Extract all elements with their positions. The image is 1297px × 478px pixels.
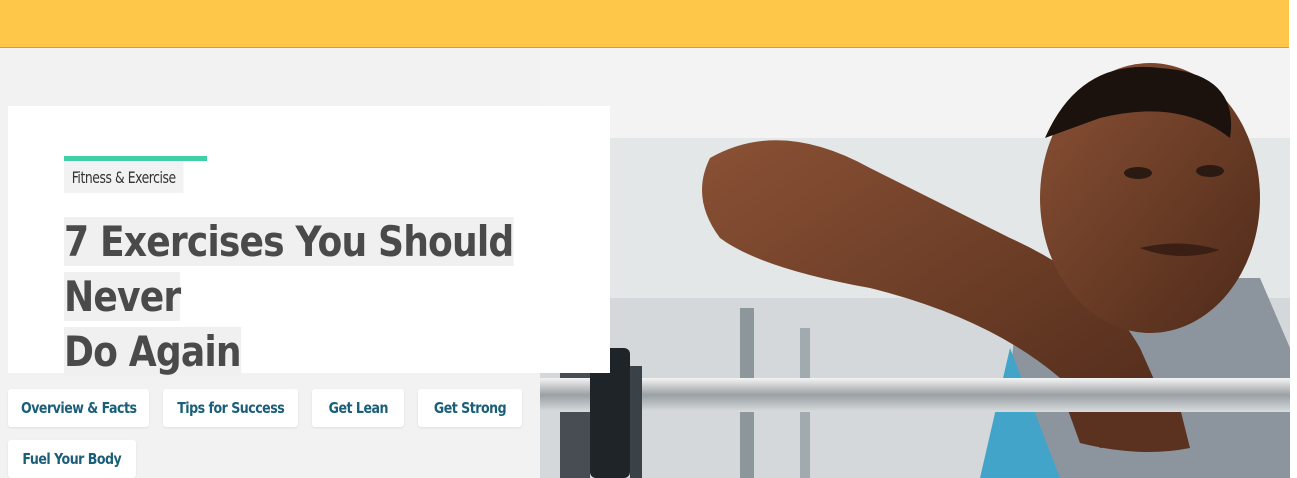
nav-link-get-lean[interactable]: Get Lean: [312, 389, 404, 427]
page-title: 7 Exercises You Should Never Do Again: [64, 214, 546, 379]
hero-photo: [540, 48, 1290, 478]
category-tag[interactable]: Fitness & Exercise: [64, 162, 184, 193]
nav-link-overview-facts[interactable]: Overview & Facts: [8, 389, 149, 427]
nav-link-fuel-your-body[interactable]: Fuel Your Body: [8, 440, 136, 478]
page-edge: [1289, 0, 1297, 478]
category-accent-bar: [64, 156, 207, 161]
page-title-line-1: 7 Exercises You Should Never: [64, 217, 514, 321]
nav-link-tips-for-success[interactable]: Tips for Success: [163, 389, 298, 427]
header-bar: [0, 0, 1289, 48]
hero-photo-illustration: [540, 48, 1290, 478]
article-header-card: Fitness & Exercise 7 Exercises You Shoul…: [8, 106, 610, 376]
nav-link-get-strong[interactable]: Get Strong: [418, 389, 522, 427]
page-title-line-2: Do Again: [64, 327, 242, 376]
